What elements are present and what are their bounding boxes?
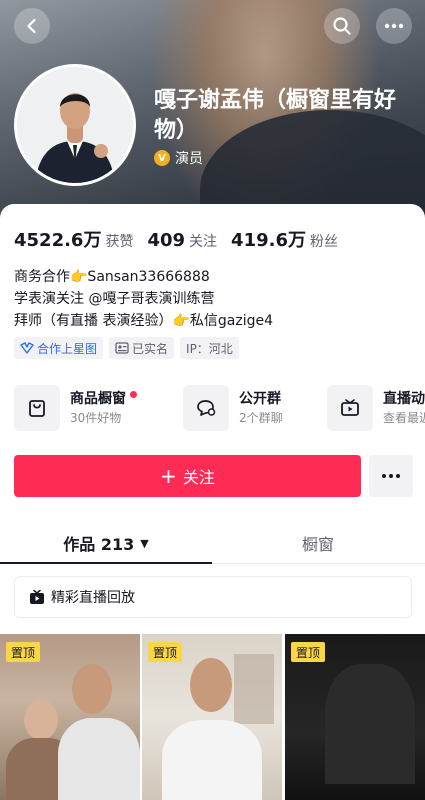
verified-v-icon: V (154, 150, 170, 166)
role-label: 演员 (175, 151, 203, 167)
followers-count[interactable]: 419.6万 (231, 226, 306, 252)
live-tv-icon (327, 385, 373, 431)
star-map-tag[interactable]: 合作上星图 (14, 337, 104, 359)
video-thumbnail[interactable]: 置顶 (142, 634, 282, 800)
star-map-icon (20, 342, 34, 354)
profile-name: 嘎子谢孟伟（橱窗里有好物） (154, 88, 397, 143)
search-button[interactable] (324, 8, 360, 44)
tab-showcase[interactable]: 橱窗 (212, 522, 424, 564)
more-options-button[interactable] (376, 8, 412, 44)
likes-label: 获赞 (105, 234, 134, 250)
back-button[interactable] (14, 8, 50, 44)
ip-location-tag: IP：河北 (180, 337, 239, 359)
live-updates-title: 直播动态 (383, 391, 425, 407)
bio-line: 学表演关注 @嘎子哥表演训练营 (14, 291, 215, 307)
live-replay-bar[interactable]: 精彩直播回放 (14, 576, 412, 618)
caret-down-icon: ▼ (140, 536, 149, 550)
bio-line: 拜师（有直播 表演经验）👉私信gazige4 (14, 313, 273, 329)
live-replay-icon (29, 589, 45, 605)
live-updates-subtitle: 查看最近 (383, 411, 425, 425)
tab-works[interactable]: 作品 213 ▼ (0, 522, 212, 564)
profile-stats: 4522.6万 获赞 409 关注 419.6万 粉丝 (14, 226, 352, 252)
notification-dot (130, 391, 137, 398)
tab-works-label: 作品 213 (63, 535, 135, 554)
pinned-badge: 置顶 (6, 642, 41, 662)
video-thumbnail[interactable]: 置顶 (285, 634, 425, 800)
more-horizontal-icon (382, 474, 400, 478)
id-card-icon (115, 342, 129, 354)
bio-line: 商务合作👉Sansan33666888 (14, 269, 210, 285)
pinned-badge: 置顶 (148, 642, 183, 662)
live-replay-label: 精彩直播回放 (51, 590, 135, 606)
profile-bio: 商务合作👉Sansan33666888 学表演关注 @嘎子哥表演训练营 拜师（有… (14, 266, 273, 332)
following-label[interactable]: 关注 (189, 231, 217, 251)
verified-name-label: 已实名 (132, 341, 169, 356)
likes-count: 4522.6万 (14, 230, 102, 251)
tab-showcase-label: 橱窗 (301, 535, 334, 554)
profile-tags: 合作上星图 已实名 IP：河北 (14, 337, 239, 359)
video-thumbnail[interactable]: 置顶 (0, 634, 140, 800)
public-group-subtitle: 2个群聊 (239, 411, 283, 425)
public-group-shortcut[interactable]: 公开群 2个群聊 (183, 384, 283, 432)
role-badge: V 演员 (154, 148, 203, 168)
chat-group-icon (183, 385, 229, 431)
shop-window-subtitle: 30件好物 (70, 411, 122, 425)
public-group-title: 公开群 (239, 391, 281, 407)
follow-label: 关注 (182, 468, 215, 487)
active-tab-indicator (0, 562, 212, 564)
profile-shortcuts: 商品橱窗 30件好物 公开群 2个群聊 直播动态 查看最近 (14, 384, 425, 432)
plus-icon: + (160, 464, 177, 488)
shopping-bag-icon (14, 385, 60, 431)
shop-window-shortcut[interactable]: 商品橱窗 30件好物 (14, 384, 137, 432)
video-grid: 置顶 置顶 置顶 (0, 634, 425, 800)
verified-name-tag: 已实名 (109, 337, 175, 359)
shop-window-title: 商品橱窗 (70, 391, 126, 407)
followers-label[interactable]: 粉丝 (310, 231, 338, 251)
following-count[interactable]: 409 (147, 230, 185, 251)
avatar-photo-icon (17, 67, 133, 183)
avatar[interactable] (14, 64, 136, 186)
search-icon (333, 17, 351, 35)
content-tabs: 作品 213 ▼ 橱窗 (0, 522, 425, 564)
chevron-left-icon (27, 18, 36, 34)
live-updates-shortcut[interactable]: 直播动态 查看最近 (327, 384, 425, 432)
pinned-badge: 置顶 (291, 642, 326, 662)
follow-button[interactable]: + 关注 (14, 455, 361, 497)
profile-sheet: 4522.6万 获赞 409 关注 419.6万 粉丝 商务合作👉Sansan3… (0, 204, 425, 800)
more-actions-button[interactable] (369, 455, 413, 497)
more-horizontal-icon (384, 23, 404, 29)
star-map-label: 合作上星图 (37, 341, 98, 356)
